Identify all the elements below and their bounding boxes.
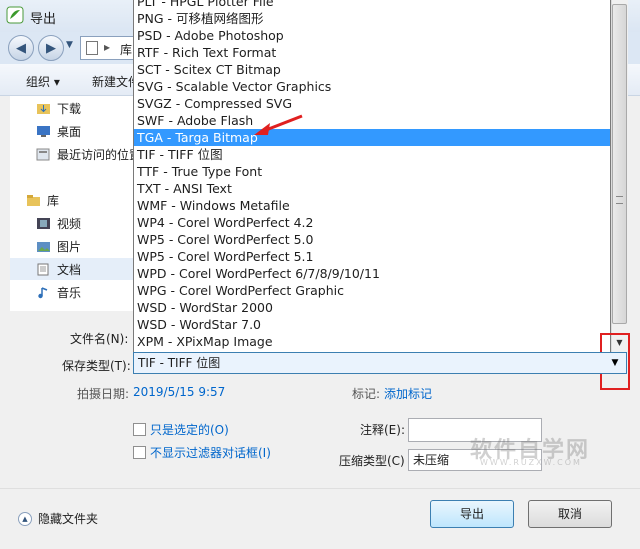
recent-locations-dropdown-icon[interactable]: ▼ <box>66 40 73 50</box>
file-type-option[interactable]: WSD - WordStar 7.0 <box>134 316 610 333</box>
music-icon <box>38 286 48 298</box>
nav-item-label: 视频 <box>57 216 82 231</box>
export-button[interactable]: 导出 <box>430 500 514 528</box>
coreldraw-app-icon <box>6 6 24 24</box>
no-filter-dialog-checkbox[interactable] <box>133 446 146 459</box>
nav-item-desktop[interactable]: 桌面 <box>36 120 81 142</box>
file-type-option-selected[interactable]: TGA - Targa Bitmap <box>134 129 610 146</box>
cancel-button[interactable]: 取消 <box>528 500 612 528</box>
only-selected-checkbox[interactable] <box>133 423 146 436</box>
file-type-option[interactable]: PLT - HPGL Plotter File <box>134 0 610 10</box>
nav-item-library[interactable]: 库 <box>26 189 59 211</box>
file-type-option[interactable]: WP5 - Corel WordPerfect 5.1 <box>134 248 610 265</box>
hide-folders-toggle[interactable]: ▲ 隐藏文件夹 <box>18 510 98 527</box>
tags-label: 标记: <box>352 387 381 401</box>
file-type-option[interactable]: RTF - Rich Text Format <box>134 44 610 61</box>
file-type-option[interactable]: WP4 - Corel WordPerfect 4.2 <box>134 214 610 231</box>
file-type-select[interactable]: TIF - TIFF 位图 <box>133 352 627 374</box>
hide-folders-label: 隐藏文件夹 <box>38 512 99 526</box>
add-tags-link[interactable]: 添加标记 <box>384 385 432 402</box>
breadcrumb-library[interactable]: 库 <box>120 41 132 58</box>
chevron-right-icon[interactable]: ▸ <box>104 40 110 54</box>
filename-label: 文件名(N): <box>70 332 129 346</box>
file-type-option[interactable]: PNG - 可移植网络图形 <box>134 10 610 27</box>
nav-item-documents[interactable]: 文档 <box>36 258 81 280</box>
only-selected-option[interactable]: 只是选定的(O) <box>133 421 229 438</box>
nav-item-label: 图片 <box>57 239 82 254</box>
file-type-option[interactable]: TTF - True Type Font <box>134 163 610 180</box>
window-title: 导出 <box>30 12 57 27</box>
download-folder-icon <box>37 103 50 114</box>
file-type-option[interactable]: SWF - Adobe Flash <box>134 112 610 129</box>
documents-icon <box>37 263 49 275</box>
nav-item-label: 下载 <box>57 101 82 116</box>
file-type-option[interactable]: TXT - ANSI Text <box>134 180 610 197</box>
nav-item-recent[interactable]: 最近访问的位置 <box>36 143 141 165</box>
desktop-icon <box>37 125 50 137</box>
file-type-option[interactable]: WPG - Corel WordPerfect Graphic <box>134 282 610 299</box>
divider <box>0 488 640 489</box>
arrow-right-icon: ▶ <box>46 40 56 56</box>
organize-button[interactable]: 组织 ▾ <box>26 73 60 90</box>
only-selected-label: 只是选定的(O) <box>150 423 229 437</box>
chevron-up-icon: ▲ <box>18 511 32 526</box>
pictures-icon <box>37 241 50 252</box>
no-filter-dialog-label: 不显示过滤器对话框(I) <box>150 446 271 460</box>
nav-item-video[interactable]: 视频 <box>36 212 81 234</box>
watermark-subtext: WWW.RUZXW.COM <box>480 458 582 467</box>
file-type-option[interactable]: PSD - Adobe Photoshop <box>134 27 610 44</box>
no-filter-dialog-option[interactable]: 不显示过滤器对话框(I) <box>133 444 271 461</box>
date-taken-label: 拍摄日期: <box>77 387 130 401</box>
nav-item-label: 库 <box>47 193 60 208</box>
notes-label: 注释(E): <box>360 423 405 437</box>
file-type-option[interactable]: SVGZ - Compressed SVG <box>134 95 610 112</box>
annotation-arrow-icon <box>254 114 303 135</box>
arrow-left-icon: ◀ <box>16 40 26 56</box>
scrollbar-thumb[interactable] <box>612 4 627 324</box>
nav-item-label: 最近访问的位置 <box>57 147 142 162</box>
file-type-option[interactable]: WPD - Corel WordPerfect 6/7/8/9/10/11 <box>134 265 610 282</box>
library-icon <box>27 194 40 206</box>
nav-item-music[interactable]: 音乐 <box>36 281 81 303</box>
file-type-option[interactable]: WP5 - Corel WordPerfect 5.0 <box>134 231 610 248</box>
back-button[interactable]: ◀ <box>8 35 34 61</box>
file-type-option[interactable]: WSD - WordStar 2000 <box>134 299 610 316</box>
video-icon <box>37 217 50 229</box>
forward-button[interactable]: ▶ <box>38 35 64 61</box>
recent-places-icon <box>36 148 50 160</box>
chevron-down-icon[interactable]: ▼ <box>606 354 624 372</box>
date-taken-value[interactable]: 2019/5/15 9:57 <box>133 385 225 399</box>
file-type-option[interactable]: SVG - Scalable Vector Graphics <box>134 78 610 95</box>
nav-item-label: 音乐 <box>57 285 82 300</box>
nav-item-label: 桌面 <box>57 124 82 139</box>
nav-item-label: 文档 <box>57 262 82 277</box>
file-type-option[interactable]: SCT - Scitex CT Bitmap <box>134 61 610 78</box>
nav-item-pictures[interactable]: 图片 <box>36 235 81 257</box>
file-type-option[interactable]: WMF - Windows Metafile <box>134 197 610 214</box>
scrollbar-grip-icon <box>616 196 623 204</box>
page-icon <box>86 41 98 55</box>
compression-label: 压缩类型(C) <box>339 454 405 468</box>
file-type-dropdown-list[interactable]: PLT - HPGL Plotter File PNG - 可移植网络图形 PS… <box>133 0 611 352</box>
file-type-option[interactable]: TIF - TIFF 位图 <box>134 146 610 163</box>
nav-item-downloads[interactable]: 下载 <box>36 97 81 119</box>
file-type-option[interactable]: XPM - XPixMap Image <box>134 333 610 350</box>
filetype-label: 保存类型(T): <box>62 359 131 373</box>
